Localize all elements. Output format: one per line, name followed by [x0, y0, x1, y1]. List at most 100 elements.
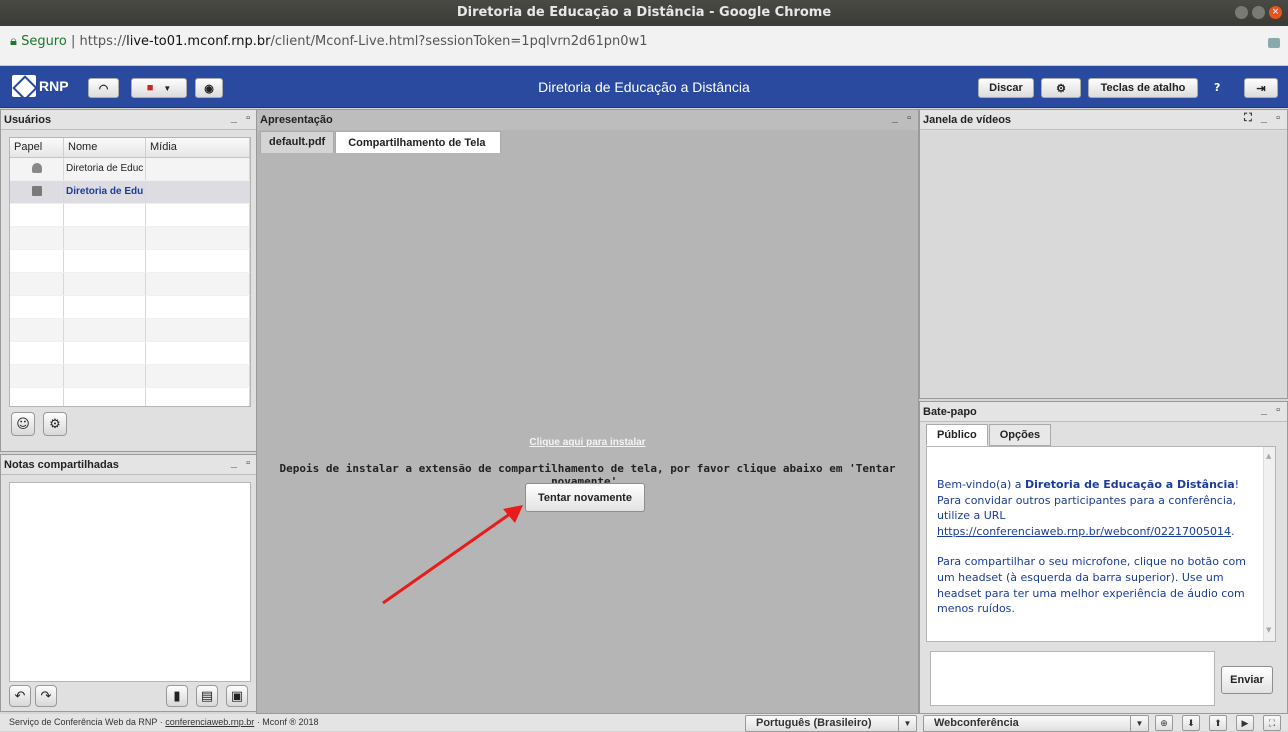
chat-tabs: Público Opções	[926, 424, 1052, 446]
language-select[interactable]: Português (Brasileiro) ▼	[745, 715, 917, 732]
shared-notes-editor[interactable]	[9, 482, 251, 682]
add-layout-button[interactable]: ⊕	[1155, 715, 1173, 731]
panel-controls[interactable]: _ ▫	[231, 112, 253, 124]
shared-notes-panel: Notas compartilhadas _ ▫ ↶ ↷ ▮ ▤ ▣	[0, 454, 258, 712]
panel-controls[interactable]: ⛶ _ ▫	[1244, 112, 1283, 125]
emoji-status-button[interactable]: ☺	[11, 412, 35, 436]
table-row[interactable]: Diretoria de Educ	[10, 158, 250, 181]
url-path: /client/Mconf-Live.html?sessionToken=1pq…	[270, 34, 648, 49]
chat-scrollbar[interactable]	[1263, 447, 1275, 641]
presentation-panel-title: Apresentação	[260, 114, 333, 126]
user-icon	[32, 163, 42, 173]
install-extension-link[interactable]: Clique aqui para instalar	[257, 437, 918, 448]
users-panel-header: Usuários _ ▫	[1, 110, 257, 130]
chevron-down-icon[interactable]: ▼	[898, 716, 916, 731]
retry-button[interactable]: Tentar novamente	[525, 483, 645, 512]
download-icon: ⬇	[1187, 718, 1195, 728]
secure-label: Seguro	[21, 34, 67, 49]
footer: Serviço de Conferência Web da RNP · conf…	[0, 714, 1288, 732]
app-toolbar: RNP ◠ ■ ▼ ◉ Diretoria de Educação a Dist…	[0, 66, 1288, 108]
plus-icon: ⊕	[1160, 718, 1168, 728]
tab-screen-share[interactable]: Compartilhamento de Tela	[335, 131, 501, 153]
download-layout-button[interactable]: ⬇	[1182, 715, 1200, 731]
note-document-button[interactable]: ▤	[196, 685, 218, 707]
chevron-down-icon[interactable]: ▼	[163, 84, 171, 93]
rnp-logo: RNP	[12, 70, 82, 102]
tab-default-pdf[interactable]: default.pdf	[260, 131, 335, 153]
column-header-role[interactable]: Papel	[10, 138, 64, 157]
room-name: Diretoria de Educação a Distância	[1025, 478, 1235, 491]
video-area	[920, 131, 1287, 398]
panel-controls[interactable]: _ ▫	[892, 112, 914, 124]
mic-help-message: Para compartilhar o seu microfone, cliqu…	[937, 555, 1246, 616]
new-file-icon: ▮	[173, 688, 181, 704]
user-name: Diretoria de Educ	[64, 158, 146, 180]
language-value: Português (Brasileiro)	[756, 717, 872, 729]
chat-panel: Bate-papo _ ▫ Público Opções Bem-vindo(a…	[919, 401, 1288, 714]
extension-icon[interactable]	[1268, 38, 1280, 48]
users-settings-button[interactable]: ⚙	[43, 412, 67, 436]
broadcast-layout-button[interactable]: ▶	[1236, 715, 1254, 731]
send-button[interactable]: Enviar	[1221, 666, 1273, 694]
tab-options[interactable]: Opções	[988, 424, 1052, 446]
shortcuts-button[interactable]: Teclas de atalho	[1088, 78, 1198, 98]
column-header-name[interactable]: Nome	[64, 138, 146, 157]
save-icon: ▣	[230, 688, 244, 704]
webcam-off-icon: ■	[146, 82, 154, 94]
window-titlebar: Diretoria de Educação a Distância - Goog…	[0, 0, 1288, 26]
service-link[interactable]: conferenciaweb.rnp.br	[165, 717, 254, 727]
footer-credits: Serviço de Conferência Web da RNP · conf…	[9, 717, 319, 727]
webcam-button[interactable]: ■ ▼	[131, 78, 187, 98]
play-icon: ▶	[1241, 718, 1249, 728]
chevron-down-icon[interactable]: ▼	[1130, 716, 1148, 731]
url-display[interactable]: 🔒︎ Seguro | https://live-to01.mconf.rnp.…	[10, 34, 647, 49]
presenter-icon	[32, 186, 42, 196]
gear-icon: ⚙	[1056, 82, 1066, 95]
chat-panel-title: Bate-papo	[923, 406, 977, 418]
document-icon: ▤	[200, 688, 214, 704]
new-note-button[interactable]: ▮	[166, 685, 188, 707]
panel-controls[interactable]: _ ▫	[231, 457, 253, 469]
video-panel-title: Janela de vídeos	[923, 114, 1012, 126]
lock-icon: 🔒︎	[10, 34, 17, 49]
upload-layout-button[interactable]: ⬆	[1209, 715, 1227, 731]
presentation-tabs: default.pdf Compartilhamento de Tela	[260, 131, 502, 153]
notes-panel-header: Notas compartilhadas _ ▫	[1, 455, 257, 475]
gear-icon: ⚙	[49, 416, 61, 432]
minimize-window-button[interactable]	[1235, 6, 1248, 19]
maximize-window-button[interactable]	[1252, 6, 1265, 19]
users-panel-title: Usuários	[4, 114, 52, 126]
undo-button[interactable]: ↶	[9, 685, 31, 707]
dial-button[interactable]: Discar	[978, 78, 1034, 98]
address-bar[interactable]: 🔒︎ Seguro | https://live-to01.mconf.rnp.…	[0, 26, 1288, 66]
column-header-media[interactable]: Mídia	[146, 138, 250, 157]
logo-text: RNP	[39, 78, 69, 94]
invite-url-link[interactable]: https://conferenciaweb.rnp.br/webconf/02…	[937, 525, 1231, 538]
fullscreen-button[interactable]: ⛶	[1263, 715, 1281, 731]
logout-button[interactable]: ⇥	[1244, 78, 1278, 98]
save-note-button[interactable]: ▣	[226, 685, 248, 707]
close-window-button[interactable]: ×	[1269, 6, 1282, 19]
panel-controls[interactable]: _ ▫	[1261, 404, 1283, 416]
tab-public[interactable]: Público	[926, 424, 988, 446]
record-button[interactable]: ◉	[195, 78, 223, 98]
settings-button[interactable]: ⚙	[1041, 78, 1081, 98]
headset-button[interactable]: ◠	[88, 78, 119, 98]
rnp-logo-mark	[12, 75, 36, 97]
url-scheme: https://	[79, 34, 127, 49]
help-button[interactable]: ?	[1214, 81, 1220, 94]
redo-button[interactable]: ↷	[35, 685, 57, 707]
redo-icon: ↷	[40, 688, 52, 704]
video-panel-header: Janela de vídeos ⛶ _ ▫	[920, 110, 1287, 130]
chat-message-input[interactable]	[930, 651, 1215, 706]
logout-icon: ⇥	[1256, 82, 1266, 95]
record-icon: ◉	[204, 82, 214, 95]
user-name: Diretoria de Edu	[64, 181, 146, 203]
invite-text: Para convidar outros participantes para …	[937, 493, 1237, 523]
video-panel: Janela de vídeos ⛶ _ ▫	[919, 109, 1288, 399]
layout-select[interactable]: Webconferência ▼	[923, 715, 1149, 732]
red-arrow-annotation	[382, 505, 523, 605]
table-row[interactable]: Diretoria de Edu	[10, 181, 250, 204]
presentation-panel: Apresentação _ ▫ default.pdf Compartilha…	[256, 109, 919, 714]
users-panel: Usuários _ ▫ Papel Nome Mídia Diretoria …	[0, 109, 258, 452]
